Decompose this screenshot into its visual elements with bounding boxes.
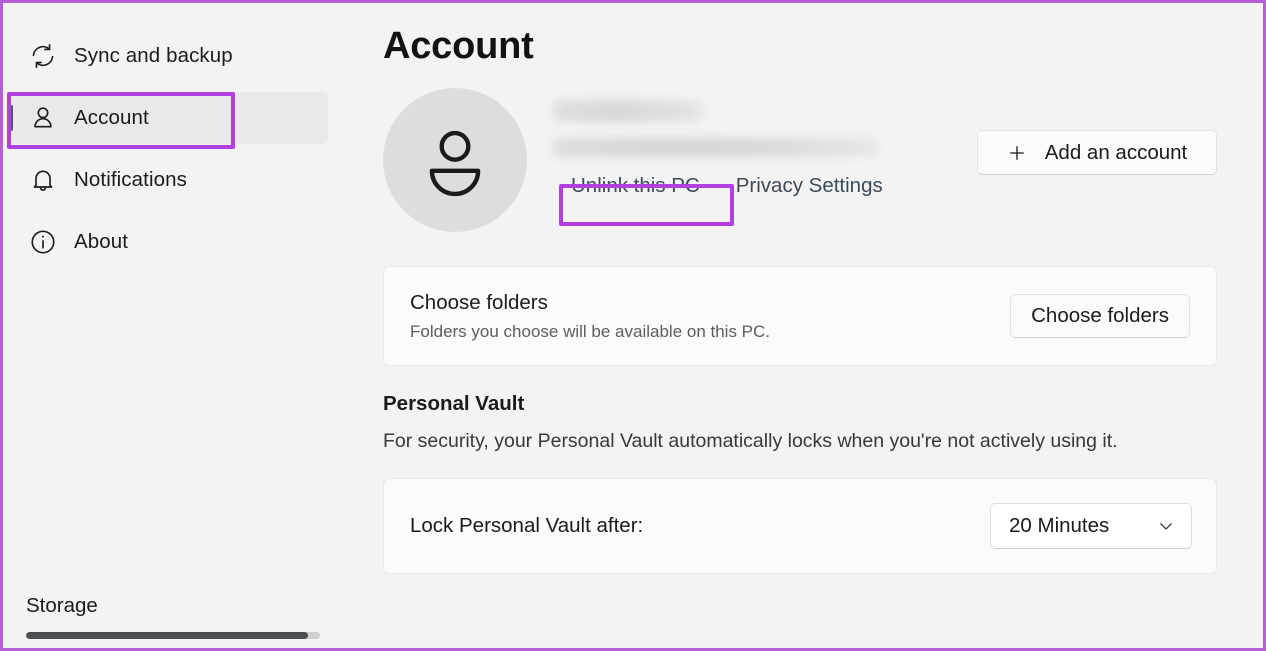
add-an-account-label: Add an account — [1044, 140, 1188, 164]
sidebar: Sync and backup Account Notifications Ab… — [6, 6, 383, 645]
chevron-down-icon — [1157, 517, 1175, 535]
choose-folders-subtext: Folders you choose will be available on … — [410, 321, 771, 341]
choose-folders-heading: Choose folders — [410, 290, 548, 314]
main-content: Account Unlink this PC Privacy Settings … — [383, 6, 1260, 645]
person-icon — [28, 103, 58, 133]
person-avatar-icon — [413, 118, 497, 202]
choose-folders-button[interactable]: Choose folders — [1010, 294, 1190, 338]
personal-vault-title: Personal Vault — [383, 392, 525, 415]
sidebar-item-label: Account — [74, 106, 149, 129]
account-links: Unlink this PC Privacy Settings — [553, 171, 1217, 201]
privacy-settings-link[interactable]: Privacy Settings — [736, 174, 883, 198]
sidebar-item-label: About — [74, 230, 129, 253]
unlink-this-pc-link[interactable]: Unlink this PC — [565, 171, 706, 201]
sidebar-item-notifications[interactable]: Notifications — [10, 154, 328, 206]
info-icon — [28, 227, 58, 257]
sidebar-nav: Sync and backup Account Notifications Ab… — [6, 30, 383, 278]
storage-section: Storage — [6, 594, 383, 645]
choose-folders-card: Choose folders Folders you choose will b… — [383, 266, 1217, 366]
lock-personal-vault-dropdown[interactable]: 20 Minutes — [990, 503, 1192, 549]
account-email-redacted — [553, 138, 878, 157]
sidebar-item-account[interactable]: Account — [9, 92, 328, 144]
window-body: Sync and backup Account Notifications Ab… — [6, 6, 1260, 645]
sidebar-item-label: Notifications — [74, 168, 187, 191]
plus-icon — [1007, 143, 1027, 163]
account-summary: Unlink this PC Privacy Settings Add an a… — [383, 88, 1217, 232]
avatar — [383, 88, 527, 232]
account-name-redacted — [553, 100, 703, 122]
choose-folders-text: Choose folders Folders you choose will b… — [410, 291, 770, 342]
lock-personal-vault-value: 20 Minutes — [1009, 514, 1110, 537]
lock-personal-vault-card: Lock Personal Vault after: 20 Minutes — [383, 478, 1217, 574]
bell-icon — [28, 165, 58, 195]
page-title: Account — [383, 25, 534, 67]
storage-progress-bar — [26, 632, 320, 639]
sidebar-item-about[interactable]: About — [10, 216, 328, 268]
personal-vault-description: For security, your Personal Vault automa… — [383, 430, 1118, 452]
storage-label: Storage — [26, 594, 98, 617]
storage-progress-fill — [26, 632, 309, 639]
lock-personal-vault-label: Lock Personal Vault after: — [410, 514, 644, 537]
onedrive-settings-window: Sync and backup Account Notifications Ab… — [0, 0, 1266, 651]
sidebar-item-label: Sync and backup — [74, 44, 233, 67]
add-an-account-button[interactable]: Add an account — [977, 130, 1217, 175]
sync-icon — [28, 41, 58, 71]
sidebar-item-sync-and-backup[interactable]: Sync and backup — [10, 30, 328, 82]
